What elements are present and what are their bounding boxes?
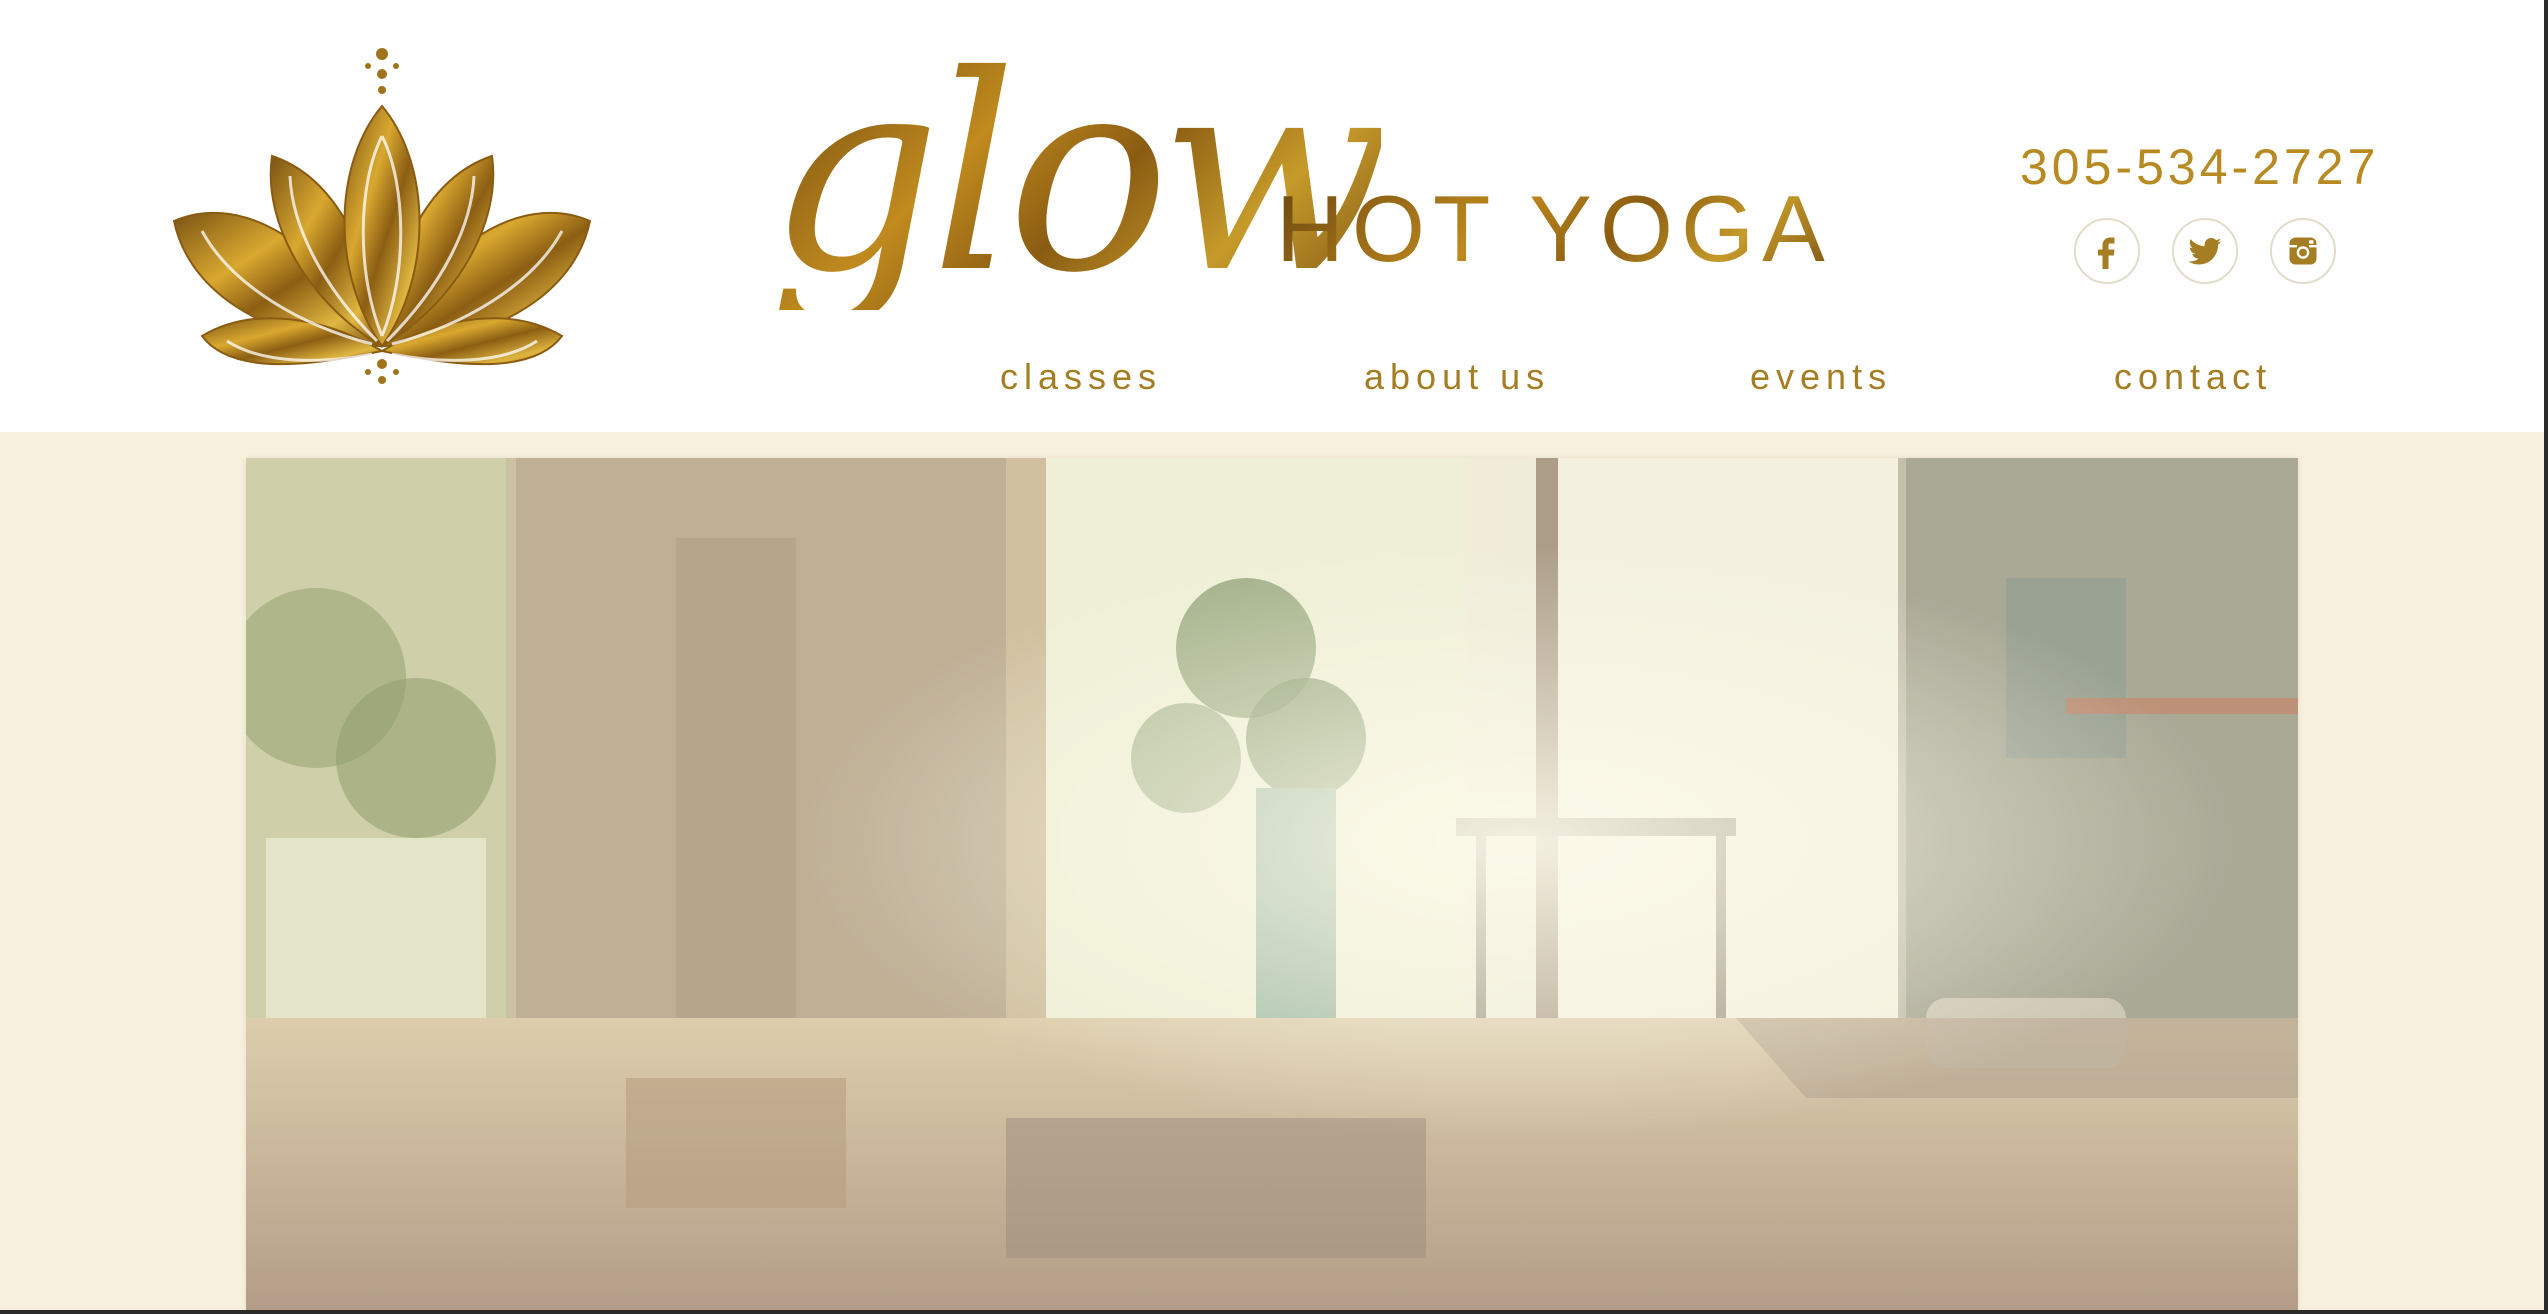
nav-events[interactable]: events	[1750, 356, 1892, 398]
instagram-link[interactable]	[2270, 218, 2336, 284]
facebook-icon	[2098, 237, 2115, 269]
facebook-link[interactable]	[2074, 218, 2140, 284]
browser-viewport: glow HOT YOGA 305-534-2727 classes about…	[0, 0, 2544, 1310]
nav-contact[interactable]: contact	[2114, 356, 2272, 398]
studio-photo	[246, 458, 2298, 1310]
brand-sub-name: HOT YOGA	[1276, 176, 1833, 281]
site-header: glow HOT YOGA 305-534-2727 classes about…	[0, 0, 2544, 432]
nav-classes[interactable]: classes	[1000, 356, 1162, 398]
instagram-icon	[2289, 237, 2317, 265]
twitter-link[interactable]	[2172, 218, 2238, 284]
twitter-icon	[2188, 237, 2222, 265]
phone-number-link[interactable]: 305-534-2727	[2020, 138, 2379, 196]
lotus-icon	[172, 48, 592, 384]
nav-about-us[interactable]: about us	[1364, 356, 1550, 398]
hero-image	[246, 458, 2298, 1310]
